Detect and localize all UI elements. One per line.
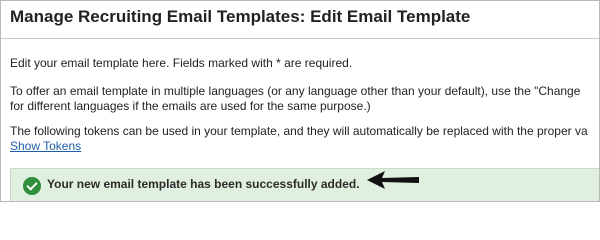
check-circle-icon <box>23 177 41 195</box>
show-tokens-link[interactable]: Show Tokens <box>10 139 81 154</box>
tokens-info-text: The following tokens can be used in your… <box>10 124 588 138</box>
title-divider <box>1 38 599 39</box>
instructions-text: Edit your email template here. Fields ma… <box>10 56 353 70</box>
language-info-text-continued: for different languages if the emails ar… <box>10 99 371 113</box>
language-info-text: To offer an email template in multiple l… <box>10 84 581 98</box>
pointer-arrow-icon <box>367 171 419 189</box>
success-message-banner: Your new email template has been success… <box>10 168 599 201</box>
success-message-text: Your new email template has been success… <box>47 177 360 191</box>
page-title: Manage Recruiting Email Templates: Edit … <box>10 7 471 26</box>
edit-email-template-panel: Manage Recruiting Email Templates: Edit … <box>0 0 600 202</box>
